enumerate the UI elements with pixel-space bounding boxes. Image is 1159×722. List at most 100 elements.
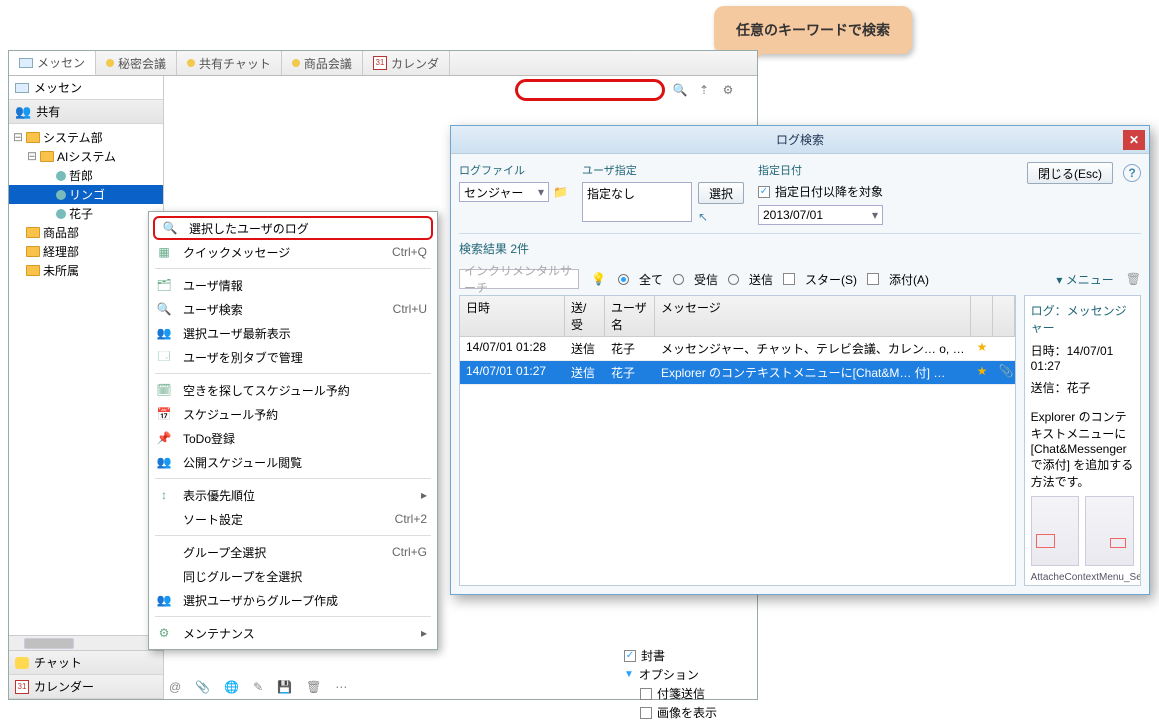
- tree-row[interactable]: 商品部: [9, 223, 163, 242]
- help-icon[interactable]: ?: [1123, 164, 1141, 182]
- menu-separator: [155, 535, 431, 536]
- checkbox-date-after[interactable]: ✓: [758, 186, 770, 198]
- menu-label: ユーザ情報: [183, 277, 427, 294]
- save-icon[interactable]: 💾: [277, 680, 292, 694]
- bulb-icon[interactable]: 💡: [591, 272, 606, 286]
- toolbar-search: 🔍 ⇡ ⚙: [515, 79, 737, 101]
- menu-item[interactable]: 👥選択ユーザからグループ作成: [149, 588, 437, 612]
- menu-label: 同じグループを全選択: [183, 568, 427, 585]
- log-search-dialog: ログ検索 ✕ ログファイル センジャー 📁 ユーザ指定 指定なし 選択 ↖: [450, 125, 1150, 595]
- select-user-button[interactable]: 選択: [698, 182, 744, 204]
- th-sendrecv[interactable]: 送/受: [565, 296, 605, 336]
- checkbox-image[interactable]: [640, 707, 652, 719]
- menu-label: 空きを探してスケジュール予約: [183, 382, 427, 399]
- checkbox-fuusho[interactable]: ✓: [624, 650, 636, 662]
- sched-icon: 🗓: [155, 381, 173, 399]
- sidebar-tab-chat[interactable]: チャット: [9, 651, 163, 675]
- menu-item[interactable]: 同じグループを全選択: [149, 564, 437, 588]
- tree-row[interactable]: リンゴ: [9, 185, 163, 204]
- edit-icon[interactable]: ✎: [253, 680, 263, 694]
- user-spec-box[interactable]: 指定なし: [582, 182, 692, 222]
- menu-item[interactable]: 📅スケジュール予約: [149, 402, 437, 426]
- opt-label: 付箋送信: [657, 685, 705, 702]
- sidebar-tab-calendar[interactable]: 31 カレンダー: [9, 675, 163, 699]
- th-datetime[interactable]: 日時: [460, 296, 565, 336]
- sidebar-tab-messenger[interactable]: メッセン: [9, 76, 163, 100]
- attachment-thumb[interactable]: [1085, 496, 1134, 566]
- search-input[interactable]: [515, 79, 665, 101]
- attachment-thumb[interactable]: [1031, 496, 1080, 566]
- top-tab[interactable]: メッセン: [9, 51, 96, 75]
- tree-row[interactable]: 花子: [9, 204, 163, 223]
- expander-icon[interactable]: ⊟: [13, 130, 23, 145]
- h-scrollbar[interactable]: [9, 635, 163, 650]
- menu-item[interactable]: ⚙メンテナンス▸: [149, 621, 437, 645]
- menu-item[interactable]: ソート設定Ctrl+2: [149, 507, 437, 531]
- menu-item[interactable]: 🗔ユーザを別タブで管理: [149, 345, 437, 369]
- incremental-search-input[interactable]: インクリメンタルサーチ: [459, 269, 579, 289]
- star-icon[interactable]: ★: [971, 361, 993, 384]
- checkbox-star[interactable]: [783, 273, 795, 285]
- tree-row[interactable]: ⊟ システム部: [9, 128, 163, 147]
- more-icon[interactable]: ⋯: [335, 680, 347, 694]
- trash-icon[interactable]: 🗑: [1126, 272, 1141, 286]
- menu-item[interactable]: ↕表示優先順位▸: [149, 483, 437, 507]
- status-dot-icon: [187, 59, 195, 67]
- chk-label: スター(S): [805, 271, 857, 288]
- menu-shortcut: Ctrl+U: [393, 302, 427, 316]
- radio-send[interactable]: [728, 274, 739, 285]
- table-row[interactable]: 14/07/01 01:28送信花子メッセンジャー、チャット、テレビ会議、カレン…: [460, 337, 1015, 361]
- opt-label: 画像を表示: [657, 704, 717, 721]
- menu-item[interactable]: 🔍選択したユーザのログ: [153, 216, 433, 240]
- expander-icon[interactable]: ⊟: [27, 149, 37, 164]
- close-esc-button[interactable]: 閉じる(Esc): [1027, 162, 1113, 184]
- sidebar: メッセン 👥 共有 ⊟システム部⊟AIシステム哲郎リンゴ花子商品部経理部未所属 …: [9, 76, 164, 699]
- menu-item[interactable]: 🔍ユーザ検索Ctrl+U: [149, 297, 437, 321]
- newtab-icon: 🗔: [155, 348, 173, 366]
- th-message[interactable]: メッセージ: [655, 296, 971, 336]
- logfile-select[interactable]: センジャー: [459, 182, 549, 202]
- close-button[interactable]: ✕: [1123, 130, 1145, 150]
- gear-icon[interactable]: ⚙: [719, 81, 737, 99]
- tree-row[interactable]: 未所属: [9, 261, 163, 280]
- date-select[interactable]: 2013/07/01: [758, 205, 883, 225]
- menu-item[interactable]: グループ全選択Ctrl+G: [149, 540, 437, 564]
- checkbox-attach[interactable]: [867, 273, 879, 285]
- tree-row[interactable]: 経理部: [9, 242, 163, 261]
- top-tab[interactable]: 秘密会議: [96, 51, 177, 75]
- top-tab[interactable]: 商品会議: [282, 51, 363, 75]
- tree-row[interactable]: 哲郎: [9, 166, 163, 185]
- menu-item[interactable]: 👥選択ユーザ最新表示: [149, 321, 437, 345]
- cursor-icon[interactable]: ↖: [698, 210, 744, 224]
- radio-recv[interactable]: [673, 274, 684, 285]
- top-tab[interactable]: 共有チャット: [177, 51, 282, 75]
- tree-row[interactable]: ⊟AIシステム: [9, 147, 163, 166]
- th-username[interactable]: ユーザ名: [605, 296, 655, 336]
- menu-item[interactable]: ▦クイックメッセージCtrl+Q: [149, 240, 437, 264]
- people-icon: 👥: [155, 591, 173, 609]
- tree-label: システム部: [43, 129, 103, 146]
- globe-icon[interactable]: 🌐: [224, 680, 239, 694]
- dialog-titlebar[interactable]: ログ検索 ✕: [451, 126, 1149, 154]
- trash-icon[interactable]: 🗑: [306, 680, 321, 694]
- top-tab[interactable]: 31カレンダ: [363, 51, 450, 75]
- checkbox-fusen[interactable]: [640, 688, 652, 700]
- sidebar-tab-share[interactable]: 👥 共有: [9, 100, 163, 124]
- menu-item[interactable]: 📌ToDo登録: [149, 426, 437, 450]
- menu-item[interactable]: 🗓 空きを探してスケジュール予約: [149, 378, 437, 402]
- menu-dropdown[interactable]: ▾ メニュー: [1056, 271, 1113, 288]
- folder-icon[interactable]: 📁: [553, 185, 568, 199]
- menu-item[interactable]: 👥公開スケジュール閲覧: [149, 450, 437, 474]
- clip-icon[interactable]: 📎: [195, 680, 210, 694]
- clip-icon[interactable]: 📎: [993, 361, 1015, 384]
- disclosure-icon[interactable]: ▼: [624, 669, 634, 680]
- scroll-top-icon[interactable]: ⇡: [695, 81, 713, 99]
- cell-sr: 送信: [565, 337, 605, 360]
- radio-all[interactable]: [618, 274, 629, 285]
- search-icon[interactable]: 🔍: [671, 81, 689, 99]
- clip-icon[interactable]: [993, 337, 1015, 360]
- star-icon[interactable]: ★: [971, 337, 993, 360]
- menu-item[interactable]: 🗂ユーザ情報: [149, 273, 437, 297]
- table-row[interactable]: 14/07/01 01:27送信花子Explorer のコンテキストメニューに[…: [460, 361, 1015, 385]
- at-icon[interactable]: @: [169, 680, 181, 694]
